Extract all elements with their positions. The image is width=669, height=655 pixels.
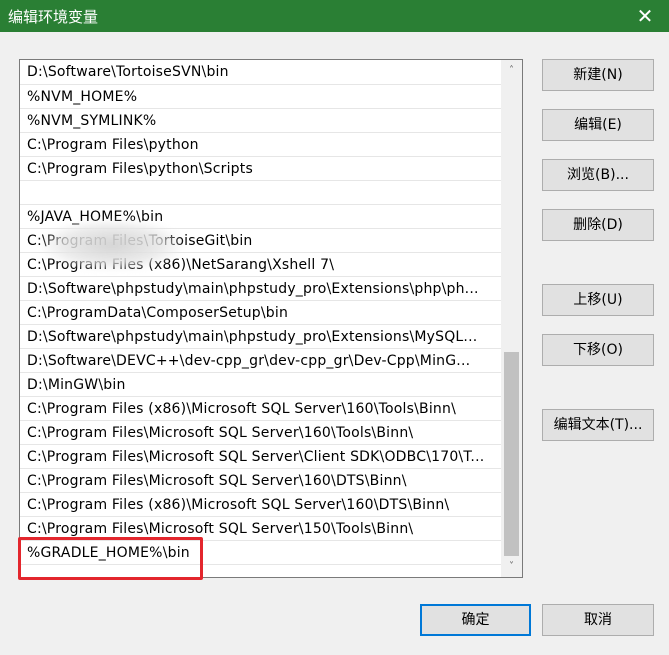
path-list-item[interactable]: D:\Software\DEVC++\dev-cpp_gr\dev-cpp_gr…: [20, 349, 501, 373]
highlight-annotation: [18, 537, 203, 580]
ok-button[interactable]: 确定: [420, 604, 531, 636]
path-list: D:\Software\TortoiseSVN\bin %NVM_HOME% %NV…: [20, 60, 501, 565]
path-listbox[interactable]: D:\Software\TortoiseSVN\bin %NVM_HOME% %NV…: [19, 59, 523, 578]
path-list-item[interactable]: [20, 181, 501, 205]
path-list-item[interactable]: %NVM_SYMLINK%: [20, 109, 501, 133]
vertical-scrollbar[interactable]: ˄ ˅: [501, 60, 522, 577]
path-list-item[interactable]: C:\Program Files (x86)\Microsoft SQL Ser…: [20, 397, 501, 421]
path-list-item[interactable]: C:\Program Files\Microsoft SQL Server\16…: [20, 421, 501, 445]
close-icon[interactable]: ✕: [631, 2, 659, 30]
path-list-item[interactable]: C:\Program Files (x86)\Microsoft SQL Ser…: [20, 493, 501, 517]
path-list-item[interactable]: %NVM_HOME%: [20, 85, 501, 109]
move-up-button[interactable]: 上移(U): [542, 284, 654, 316]
scroll-thumb[interactable]: [504, 352, 519, 556]
edit-text-button[interactable]: 编辑文本(T)...: [542, 409, 654, 441]
cancel-button[interactable]: 取消: [542, 604, 654, 636]
delete-button[interactable]: 删除(D): [542, 209, 654, 241]
window-title: 编辑环境变量: [8, 8, 99, 26]
new-button[interactable]: 新建(N): [542, 59, 654, 91]
title-bar: 编辑环境变量 ✕: [0, 0, 669, 32]
path-list-item[interactable]: C:\ProgramData\ComposerSetup\bin: [20, 301, 501, 325]
path-list-item[interactable]: C:\Program Files\Microsoft SQL Server\16…: [20, 469, 501, 493]
edit-button[interactable]: 编辑(E): [542, 109, 654, 141]
scroll-down-icon[interactable]: ˅: [501, 558, 522, 575]
path-list-item[interactable]: C:\Program Files\python: [20, 133, 501, 157]
redacted-blur: [42, 220, 182, 270]
path-list-item[interactable]: D:\Software\TortoiseSVN\bin: [20, 60, 501, 85]
path-list-item[interactable]: C:\Program Files\python\Scripts: [20, 157, 501, 181]
browse-button[interactable]: 浏览(B)...: [542, 159, 654, 191]
path-list-item[interactable]: D:\Software\phpstudy\main\phpstudy_pro\E…: [20, 277, 501, 301]
move-down-button[interactable]: 下移(O): [542, 334, 654, 366]
path-list-item[interactable]: D:\Software\phpstudy\main\phpstudy_pro\E…: [20, 325, 501, 349]
path-list-item[interactable]: D:\MinGW\bin: [20, 373, 501, 397]
scroll-up-icon[interactable]: ˄: [501, 62, 522, 79]
path-list-item[interactable]: C:\Program Files\Microsoft SQL Server\Cl…: [20, 445, 501, 469]
